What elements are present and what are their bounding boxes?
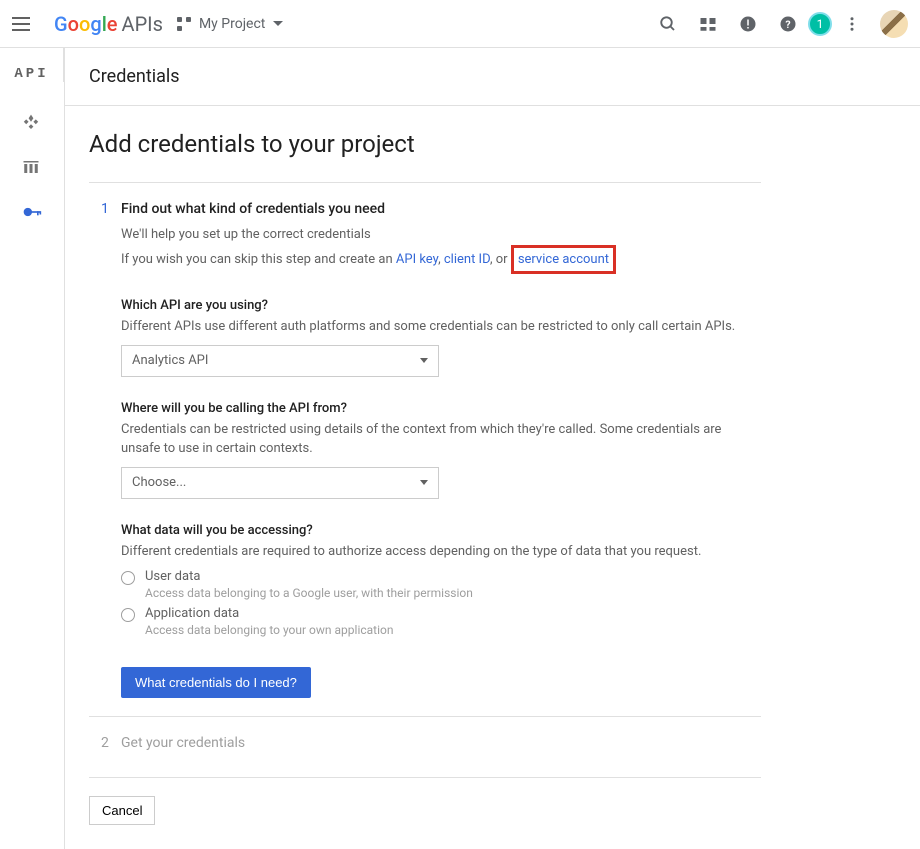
top-header: Google APIs My Project ? 1 — [0, 0, 920, 48]
radio-description: Access data belonging to a Google user, … — [145, 586, 761, 600]
chevron-down-icon — [420, 480, 428, 485]
api-select[interactable]: Analytics API — [121, 345, 439, 377]
field-label: Where will you be calling the API from? — [121, 401, 761, 416]
project-selector[interactable]: My Project — [177, 16, 283, 32]
radio-description: Access data belonging to your own applic… — [145, 623, 761, 637]
field-description: Different credentials are required to au… — [121, 542, 761, 562]
credentials-icon[interactable] — [22, 202, 42, 222]
help-icon[interactable]: ? — [776, 12, 800, 36]
calling-from-section: Where will you be calling the API from? … — [121, 401, 761, 499]
radio-label: User data — [145, 569, 761, 584]
radio-label: Application data — [145, 606, 761, 621]
chevron-down-icon — [273, 21, 283, 26]
dashboard-icon[interactable] — [22, 114, 42, 134]
project-name: My Project — [199, 16, 265, 32]
search-icon[interactable] — [656, 12, 680, 36]
step-1: 1 Find out what kind of credentials you … — [89, 183, 761, 716]
more-vert-icon[interactable] — [840, 12, 864, 36]
account-badge[interactable]: 1 — [808, 12, 832, 36]
section-nav — [0, 82, 64, 222]
page-title: Add credentials to your project — [89, 130, 761, 158]
library-icon[interactable] — [22, 158, 42, 178]
divider — [89, 777, 761, 778]
radio-user-data[interactable]: User data Access data belonging to a Goo… — [121, 569, 761, 600]
field-description: Credentials can be restricted using deta… — [121, 420, 761, 459]
service-account-link[interactable]: service account — [518, 252, 609, 267]
notifications-icon[interactable] — [736, 12, 760, 36]
radio-icon — [121, 608, 135, 622]
radio-icon — [121, 571, 135, 585]
step-number: 2 — [89, 735, 121, 759]
chevron-down-icon — [420, 358, 428, 363]
svg-text:?: ? — [785, 17, 790, 30]
field-label: Which API are you using? — [121, 298, 761, 313]
step-title: Find out what kind of credentials you ne… — [121, 201, 761, 217]
hamburger-menu-icon[interactable] — [12, 12, 36, 36]
what-credentials-button[interactable]: What credentials do I need? — [121, 667, 311, 698]
step-title: Get your credentials — [121, 735, 761, 751]
google-apis-logo[interactable]: Google APIs — [54, 12, 163, 36]
page-header: Credentials — [65, 48, 920, 106]
user-avatar[interactable] — [880, 10, 908, 38]
cloud-shell-icon[interactable] — [696, 12, 720, 36]
main-content: Credentials Add credentials to your proj… — [64, 48, 920, 849]
product-sidebar: API — [0, 48, 64, 82]
data-access-section: What data will you be accessing? Differe… — [121, 523, 761, 638]
field-label: What data will you be accessing? — [121, 523, 761, 538]
api-key-link[interactable]: API key — [396, 252, 438, 267]
field-description: Different APIs use different auth platfo… — [121, 317, 761, 337]
step-number: 1 — [89, 201, 121, 698]
cancel-button[interactable]: Cancel — [89, 796, 155, 825]
radio-application-data[interactable]: Application data Access data belonging t… — [121, 606, 761, 637]
which-api-section: Which API are you using? Different APIs … — [121, 298, 761, 377]
client-id-link[interactable]: client ID — [444, 252, 490, 267]
api-label: API — [0, 66, 63, 82]
step-2: 2 Get your credentials — [89, 717, 761, 777]
help-text: We'll help you set up the correct creden… — [121, 225, 761, 274]
context-select[interactable]: Choose... — [121, 467, 439, 499]
